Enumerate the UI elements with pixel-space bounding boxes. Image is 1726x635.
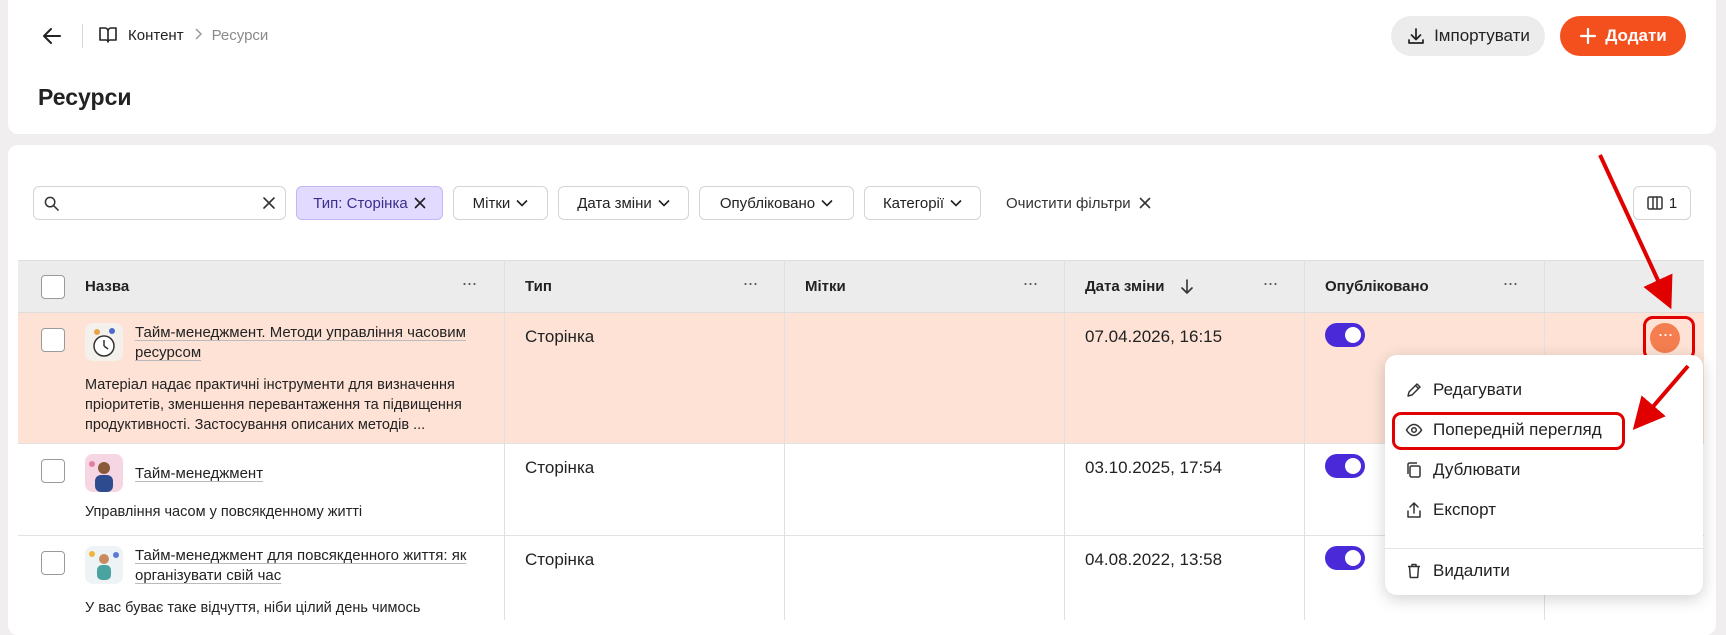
filter-chip-type[interactable]: Тип: Сторінка	[296, 186, 443, 220]
close-icon[interactable]	[414, 197, 426, 209]
menu-item-duplicate-label: Дублювати	[1433, 460, 1521, 479]
page-title: Ресурси	[38, 84, 132, 110]
column-menu-name[interactable]: ···	[457, 274, 481, 299]
column-menu-type[interactable]: ···	[738, 274, 762, 299]
export-icon	[1407, 502, 1421, 518]
columns-icon	[1647, 196, 1663, 210]
type-cell: Сторінка	[525, 327, 595, 346]
menu-item-export[interactable]: Експорт	[1405, 500, 1496, 520]
date-cell: 04.08.2022, 13:58	[1085, 550, 1223, 569]
resource-thumbnail	[85, 546, 123, 584]
clear-filters-label: Очистити фільтри	[1006, 194, 1131, 212]
chevron-down-icon	[516, 199, 528, 207]
header-divider	[82, 24, 83, 48]
pencil-icon	[1407, 383, 1421, 397]
resource-title-link[interactable]: Тайм-менеджмент. Методи управління часов…	[135, 323, 466, 363]
arrow-left-icon	[43, 28, 61, 44]
resource-thumbnail	[85, 323, 123, 361]
menu-item-duplicate[interactable]: Дублювати	[1405, 460, 1520, 480]
published-toggle[interactable]	[1325, 323, 1365, 347]
filter-tags[interactable]: Мітки	[453, 186, 548, 220]
resource-description: Управління часом у повсякденному житті	[85, 504, 363, 520]
menu-divider	[1385, 548, 1703, 549]
clear-search-icon[interactable]	[262, 196, 276, 210]
column-header-name[interactable]: Назва	[85, 261, 129, 312]
search-input[interactable]	[64, 191, 254, 215]
column-header-date[interactable]: Дата зміни	[1085, 261, 1165, 312]
import-button[interactable]: Імпортувати	[1391, 16, 1545, 56]
select-all-checkbox[interactable]	[41, 275, 65, 299]
published-toggle[interactable]	[1325, 454, 1365, 478]
filter-published[interactable]: Опубліковано	[699, 186, 854, 220]
column-divider	[504, 260, 505, 620]
close-icon	[1139, 197, 1150, 209]
type-cell: Сторінка	[525, 550, 595, 569]
breadcrumb-current: Ресурси	[211, 26, 269, 44]
resource-thumbnail	[85, 454, 123, 492]
filter-chip-type-label: Тип: Сторінка	[313, 194, 408, 212]
back-button[interactable]	[40, 24, 64, 48]
column-menu-published[interactable]: ···	[1498, 274, 1522, 299]
column-menu-tags[interactable]: ···	[1018, 274, 1042, 299]
book-icon	[99, 27, 117, 43]
copy-icon	[1407, 462, 1421, 478]
column-divider	[784, 260, 785, 620]
resource-description: У вас буває таке відчуття, ніби цілий де…	[85, 600, 421, 616]
row-checkbox[interactable]	[41, 551, 65, 575]
filter-date[interactable]: Дата зміни	[558, 186, 689, 220]
columns-button[interactable]: 1	[1633, 186, 1691, 220]
filter-date-label: Дата зміни	[577, 194, 652, 212]
menu-item-delete[interactable]: Видалити	[1405, 561, 1510, 581]
trash-icon	[1408, 563, 1420, 579]
resource-description: Матеріал надає практичні інструменти для…	[85, 377, 462, 433]
column-header-type[interactable]: Тип	[525, 261, 552, 312]
date-cell: 03.10.2025, 17:54	[1085, 458, 1223, 477]
filter-categories-label: Категорії	[882, 194, 945, 212]
menu-item-export-label: Експорт	[1433, 500, 1496, 519]
clear-filters-button[interactable]: Очистити фільтри	[1006, 186, 1151, 220]
chevron-right-icon	[194, 27, 202, 43]
resource-title-link[interactable]: Тайм-менеджмент для повсякденного життя:…	[135, 546, 466, 586]
plus-icon	[1580, 27, 1597, 45]
annotation-highlight-preview	[1392, 412, 1625, 450]
type-cell: Сторінка	[525, 458, 595, 477]
menu-item-edit-label: Редагувати	[1433, 380, 1522, 399]
search-field[interactable]	[33, 186, 286, 220]
sort-descending-icon[interactable]	[1180, 279, 1194, 295]
column-header-tags[interactable]: Мітки	[805, 261, 846, 312]
add-label: Додати	[1605, 26, 1667, 45]
row-checkbox[interactable]	[41, 459, 65, 483]
column-divider	[1064, 260, 1065, 620]
import-label: Імпортувати	[1434, 26, 1530, 45]
resource-title-link[interactable]: Тайм-менеджмент	[135, 464, 263, 484]
add-button[interactable]: Додати	[1560, 16, 1686, 56]
chevron-down-icon	[658, 199, 670, 207]
download-icon	[1408, 28, 1424, 44]
column-menu-date[interactable]: ···	[1258, 274, 1282, 299]
breadcrumb: Контент Ресурси	[98, 26, 268, 44]
published-toggle[interactable]	[1325, 546, 1365, 570]
menu-item-delete-label: Видалити	[1433, 561, 1510, 580]
chevron-down-icon	[950, 199, 962, 207]
columns-count: 1	[1668, 194, 1678, 212]
filter-categories[interactable]: Категорії	[864, 186, 981, 220]
filter-tags-label: Мітки	[472, 194, 511, 212]
row-checkbox[interactable]	[41, 328, 65, 352]
column-divider	[1304, 260, 1305, 620]
chevron-down-icon	[821, 199, 833, 207]
row-context-menu: Редагувати Попередній перегляд Дублювати…	[1385, 355, 1703, 595]
date-cell: 07.04.2026, 16:15	[1085, 327, 1223, 346]
filter-published-label: Опубліковано	[719, 194, 816, 212]
table-header: Назва ··· Тип ··· Мітки ··· Дата зміни ·…	[18, 260, 1704, 313]
search-icon	[44, 196, 59, 211]
column-header-published[interactable]: Опубліковано	[1325, 261, 1429, 312]
breadcrumb-content[interactable]: Контент	[128, 27, 184, 44]
menu-item-edit[interactable]: Редагувати	[1405, 380, 1522, 400]
